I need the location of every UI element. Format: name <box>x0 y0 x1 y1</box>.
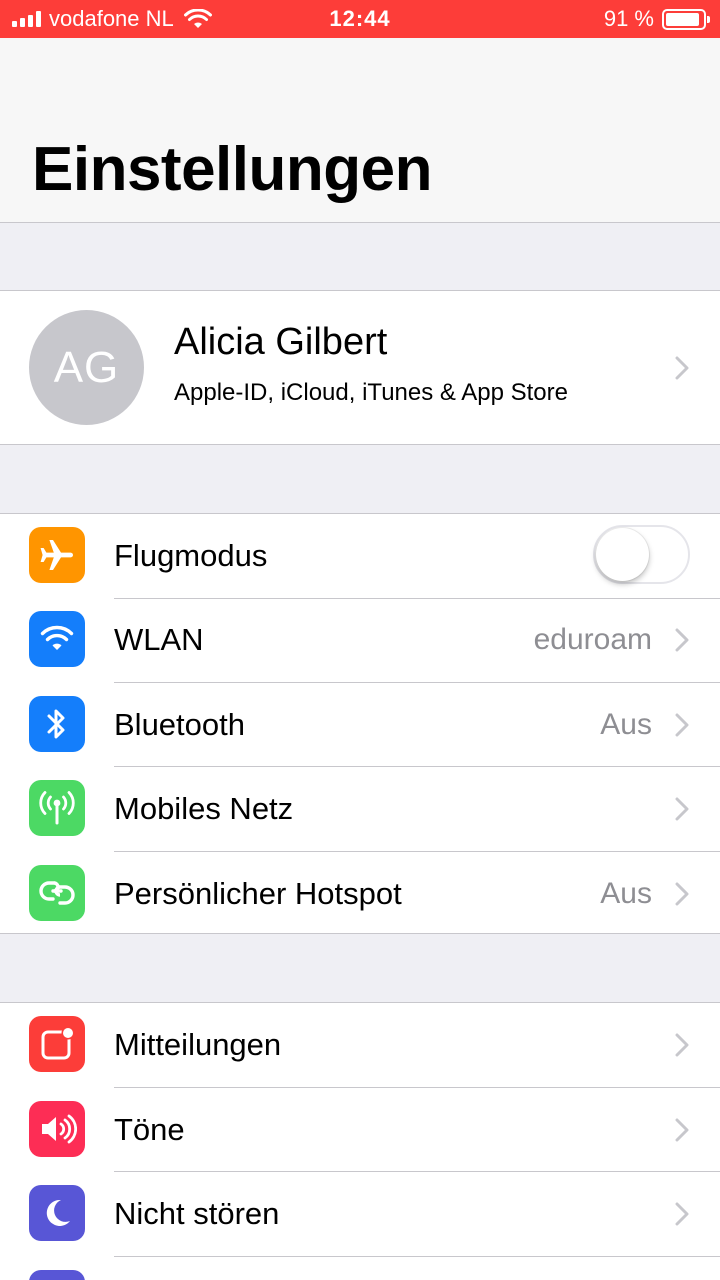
settings-row-label: Persönlicher Hotspot <box>114 875 402 911</box>
chevron-right-icon <box>674 767 690 851</box>
chevron-right-icon <box>674 683 690 767</box>
apple-id-profile-row[interactable]: AG Alicia Gilbert Apple-ID, iCloud, iTun… <box>0 290 720 445</box>
battery-icon <box>662 8 710 30</box>
settings-row-detail: eduroam <box>533 623 652 656</box>
navigation-header: Einstellungen <box>0 38 720 223</box>
settings-row-bluetooth[interactable]: Bluetooth Aus <box>0 683 720 767</box>
antenna-icon <box>29 780 85 836</box>
settings-row-wlan[interactable]: WLAN eduroam <box>0 598 720 683</box>
battery-level <box>666 12 699 26</box>
battery-percentage: 91 % <box>603 6 654 31</box>
notifications-icon <box>29 1016 85 1072</box>
moon-icon <box>29 1185 85 1241</box>
status-right: 91 % <box>603 0 710 38</box>
chevron-right-icon <box>674 1088 690 1172</box>
speaker-icon <box>29 1100 85 1157</box>
chevron-right-icon <box>674 1003 690 1087</box>
settings-row-detail: Aus <box>600 876 652 910</box>
chevron-right-icon <box>674 598 690 682</box>
settings-row-label: Nicht stören <box>114 1196 280 1231</box>
settings-row-label: Flugmodus <box>114 538 268 573</box>
status-bar: vodafone NL 12:44 91 % <box>0 0 720 38</box>
toggle-knob <box>596 528 649 581</box>
page-title: Einstellungen <box>32 135 432 204</box>
settings-row-toene[interactable]: Töne <box>0 1088 720 1172</box>
settings-row-label: Mobiles Netz <box>114 791 294 826</box>
bluetooth-icon <box>29 695 85 752</box>
settings-row-mobiles-netz[interactable]: Mobiles Netz <box>0 767 720 852</box>
hotspot-icon <box>29 864 85 921</box>
airplane-mode-toggle[interactable] <box>593 525 690 584</box>
settings-row-hotspot[interactable]: Persönlicher Hotspot Aus <box>0 852 720 937</box>
settings-row-label: Mitteilungen <box>114 1027 282 1062</box>
chevron-right-icon <box>674 1172 690 1256</box>
profile-name: Alicia Gilbert <box>174 321 388 363</box>
notifications-group: Mitteilungen Töne Nicht stören <box>0 1002 720 1280</box>
chevron-right-icon <box>674 852 690 936</box>
settings-row-label: Töne <box>114 1111 185 1147</box>
settings-row-flugmodus: Flugmodus <box>0 514 720 599</box>
settings-row-label: Bluetooth <box>114 706 245 742</box>
settings-row-label: WLAN <box>114 622 204 657</box>
chevron-right-icon <box>674 291 690 444</box>
wifi-icon <box>29 611 85 667</box>
settings-row-mitteilungen[interactable]: Mitteilungen <box>0 1003 720 1088</box>
screen-time-icon <box>29 1269 85 1280</box>
settings-row-nicht-stoeren[interactable]: Nicht stören <box>0 1172 720 1257</box>
avatar: AG <box>29 310 144 425</box>
connectivity-group: Flugmodus WLAN eduroam Bluetooth Aus Mob… <box>0 513 720 934</box>
profile-subtitle: Apple-ID, iCloud, iTunes & App Store <box>174 379 568 406</box>
settings-row-detail: Aus <box>600 707 652 741</box>
airplane-icon <box>29 527 85 583</box>
settings-row-partial[interactable] <box>0 1257 720 1280</box>
